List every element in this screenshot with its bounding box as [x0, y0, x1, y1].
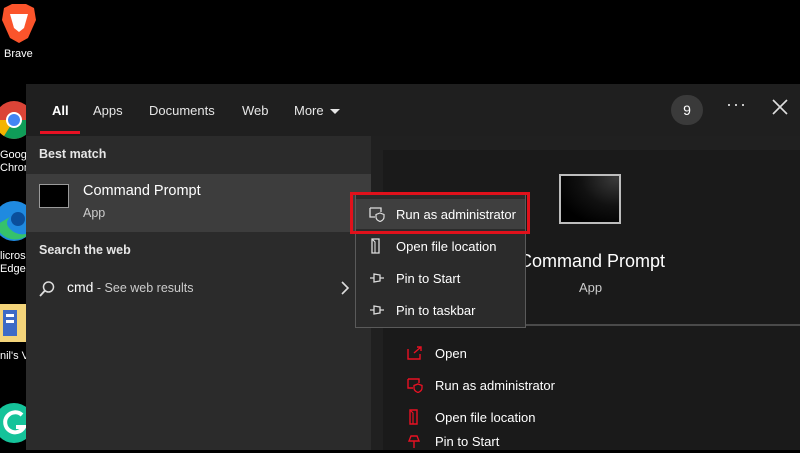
file-label: nil's V [0, 350, 29, 363]
command-prompt-large-icon [559, 174, 621, 224]
tab-documents[interactable]: Documents [149, 103, 215, 118]
brave-label: Brave [4, 48, 33, 60]
tab-all[interactable]: All [52, 103, 69, 118]
pin-icon [370, 305, 384, 315]
ctx-pin-to-taskbar[interactable]: Pin to taskbar [356, 295, 525, 325]
caret-down-icon [329, 109, 340, 115]
pin-icon [407, 435, 421, 448]
brave-icon [2, 4, 36, 43]
ctx-pin-to-taskbar-label: Pin to taskbar [396, 303, 476, 318]
shield-icon [407, 378, 423, 393]
command-prompt-icon [39, 184, 69, 208]
close-icon[interactable] [770, 97, 790, 117]
best-match-heading: Best match [39, 147, 107, 161]
ctx-pin-to-start-label: Pin to Start [396, 271, 461, 286]
file-label-text: nil's V [0, 350, 29, 362]
tab-web[interactable]: Web [242, 103, 269, 118]
edge-label-text: licros Edge [0, 250, 26, 275]
folder-icon [409, 409, 418, 425]
ctx-open-file-location-label: Open file location [396, 239, 497, 254]
action-open-location-label: Open file location [435, 410, 536, 425]
ctx-run-as-admin[interactable]: Run as administrator [356, 199, 525, 229]
chevron-right-icon[interactable] [340, 281, 350, 295]
search-tabs: All Apps Documents Web More 9 ··· [26, 84, 800, 136]
action-pin-start-label: Pin to Start [435, 434, 500, 449]
tab-more-label: More [294, 103, 324, 118]
detail-title: Command Prompt [519, 251, 666, 271]
tab-apps[interactable]: Apps [93, 103, 123, 118]
action-run-admin-label: Run as administrator [435, 378, 555, 393]
active-tab-indicator [40, 131, 80, 134]
shield-icon [369, 207, 385, 222]
folder-icon [371, 238, 380, 254]
action-open-label: Open [435, 346, 467, 361]
best-match-subtitle: App [83, 206, 106, 220]
edge-label: licros Edge [0, 250, 26, 276]
ctx-pin-to-start[interactable]: Pin to Start [356, 263, 525, 293]
more-options-icon[interactable]: ··· [726, 94, 747, 115]
open-icon [407, 346, 422, 360]
brave-desktop-icon[interactable] [0, 2, 40, 44]
rewards-badge[interactable]: 9 [671, 95, 703, 125]
search-icon [39, 281, 55, 297]
ctx-run-as-admin-label: Run as administrator [396, 207, 516, 222]
search-web-heading: Search the web [39, 243, 131, 257]
tab-more[interactable]: More [294, 103, 340, 118]
best-match-title: Command Prompt [83, 183, 201, 199]
desktop-icons: Brave Goog Chron licros Edge nil's V [0, 0, 36, 450]
pin-icon [370, 273, 384, 283]
web-query-text: cmd [67, 279, 94, 295]
context-menu: Run as administrator Open file location … [355, 192, 526, 328]
best-match-item[interactable]: Command Prompt App [26, 174, 371, 232]
ctx-open-file-location[interactable]: Open file location [356, 231, 525, 261]
web-query: cmd - See web results [67, 279, 194, 295]
results-list: Best match Command Prompt App Search the… [26, 136, 371, 450]
web-query-suffix: - See web results [93, 281, 194, 295]
detail-subtitle: App [579, 280, 603, 295]
web-result-item[interactable]: cmd - See web results [26, 272, 371, 304]
